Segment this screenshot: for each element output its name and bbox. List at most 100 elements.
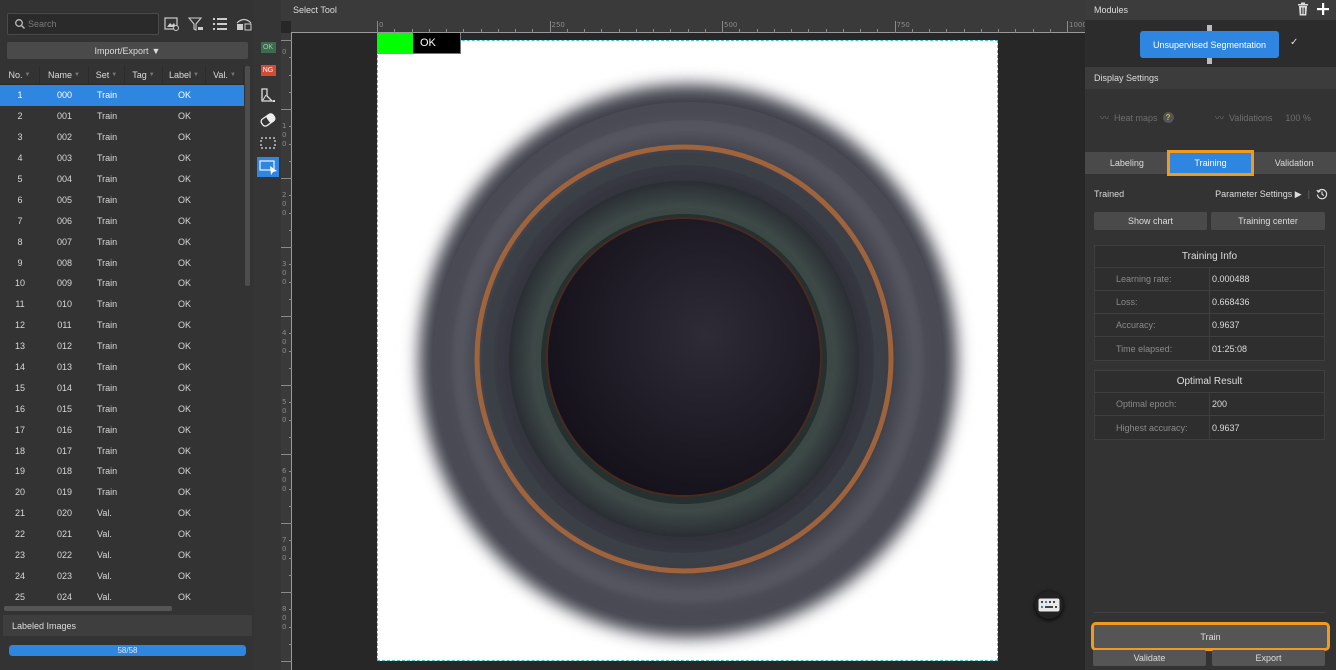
table-row[interactable]: 16 015 Train OK (0, 398, 244, 419)
table-row[interactable]: 10 009 Train OK (0, 273, 244, 294)
polygon-tool-button[interactable] (257, 85, 279, 105)
column-header-label[interactable]: Label ▼ (163, 66, 206, 84)
column-header-name[interactable]: Name ▼ (40, 66, 89, 84)
table-row[interactable]: 7 006 Train OK (0, 210, 244, 231)
cell-set: Train (97, 236, 118, 247)
table-row[interactable]: 9 008 Train OK (0, 252, 244, 273)
table-row[interactable]: 24 023 Val. OK (0, 565, 244, 586)
help-icon[interactable]: ? (1162, 112, 1174, 123)
info-key: Accuracy: (1095, 314, 1210, 336)
table-row[interactable]: 2 001 Train OK (0, 106, 244, 127)
list-icon[interactable] (211, 15, 229, 33)
cell-name: 004 (56, 174, 73, 184)
table-row[interactable]: 23 022 Val. OK (0, 545, 244, 566)
table-row[interactable]: 15 014 Train OK (0, 377, 244, 398)
cell-no: 11 (15, 299, 25, 310)
tool-strip: OK NG (254, 0, 281, 670)
table-row[interactable]: 21 020 Val. OK (0, 503, 244, 524)
training-center-button[interactable]: Training center (1211, 212, 1325, 230)
tab-training[interactable]: Training (1166, 150, 1255, 176)
ruler-tick (635, 29, 637, 33)
label-color-swatch (377, 33, 413, 54)
ruler-tick (860, 29, 861, 33)
labeled-progress-bar: 58/58 (9, 645, 246, 656)
table-row[interactable]: 25 024 Val. OK (0, 586, 244, 607)
cell-name: 015 (56, 403, 73, 414)
ng-tag-button[interactable]: NG (257, 60, 279, 80)
cell-name: 000 (56, 90, 73, 101)
table-row[interactable]: 19 018 Train OK (0, 461, 244, 482)
ruler-tick (670, 29, 672, 33)
table-row[interactable]: 8 007 Train OK (0, 231, 244, 252)
optimal-result-table: Optimal Result Optimal epoch: 200 Highest … (1094, 370, 1325, 440)
column-header-no[interactable]: No. ▼ (0, 66, 40, 84)
validations-toggle[interactable]: 〰 Validations 100 % (1215, 111, 1311, 124)
ruler-tick (289, 643, 292, 645)
info-row: Accuracy: 0.9637 (1095, 314, 1324, 337)
table-row[interactable]: 18 017 Train OK (0, 440, 244, 461)
inspection-image[interactable] (377, 40, 998, 661)
ruler-tick (825, 29, 827, 33)
image-settings-icon[interactable] (163, 15, 181, 33)
validate-button[interactable]: Validate (1093, 650, 1206, 666)
ok-tag-button[interactable]: OK (257, 37, 279, 57)
eraser-icon (260, 113, 276, 127)
mode-tabs: Labeling Training Validation (1085, 150, 1336, 176)
cell-no: 14 (14, 362, 25, 373)
cell-name: 020 (56, 508, 73, 519)
trash-icon[interactable] (1297, 2, 1309, 16)
eraser-tool-button[interactable] (257, 110, 279, 130)
table-row[interactable]: 3 002 Train OK (0, 127, 244, 148)
filter-icon[interactable] (187, 15, 205, 33)
table-row[interactable]: 6 005 Train OK (0, 189, 244, 210)
tab-labeling[interactable]: Labeling (1085, 152, 1169, 174)
table-row[interactable]: 14 013 Train OK (0, 357, 244, 378)
check-icon: ✓ (1290, 37, 1299, 48)
ruler-label: 700 (282, 536, 287, 562)
tab-validation[interactable]: Validation (1252, 152, 1336, 174)
table-row[interactable]: 22 021 Val. OK (0, 524, 244, 545)
module-unsupervised-segmentation[interactable]: Unsupervised Segmentation (1140, 31, 1279, 58)
parameter-settings-link[interactable]: Parameter Settings ▶ (1215, 189, 1301, 200)
ruler-tick (653, 29, 654, 33)
table-horizontal-scrollbar[interactable] (4, 606, 172, 611)
export-button[interactable]: Export (1212, 650, 1325, 666)
cell-no: 24 (14, 570, 25, 581)
cell-label: OK (177, 278, 191, 289)
info-row: Learning rate: 0.000488 (1095, 268, 1324, 291)
table-row[interactable]: 20 019 Train OK (0, 482, 244, 503)
history-icon[interactable] (1316, 188, 1328, 200)
search-box[interactable] (7, 13, 159, 35)
info-row: Loss: 0.668436 (1095, 291, 1324, 314)
layout-icon[interactable] (235, 15, 253, 33)
table-row[interactable]: 13 012 Train OK (0, 336, 244, 357)
table-row[interactable]: 1 000 Train OK (0, 85, 244, 106)
ruler-tick (281, 385, 292, 386)
column-header-val[interactable]: Val. ▼ (206, 66, 244, 84)
table-row[interactable]: 4 003 Train OK (0, 148, 244, 169)
table-row[interactable]: 12 011 Train OK (0, 315, 244, 336)
table-row[interactable]: 11 010 Train OK (0, 294, 244, 315)
info-key: Highest accuracy: (1095, 416, 1210, 439)
cell-label: OK (177, 466, 191, 477)
keyboard-shortcuts-button[interactable] (1035, 591, 1063, 619)
table-row[interactable]: 5 004 Train OK (0, 169, 244, 190)
cell-label: OK (177, 362, 191, 373)
table-row[interactable]: 17 016 Train OK (0, 419, 244, 440)
import-export-button[interactable]: Import/Export ▼ (7, 42, 248, 59)
search-input[interactable] (28, 16, 156, 32)
table-vertical-scrollbar[interactable] (245, 66, 250, 286)
add-module-icon[interactable] (1316, 2, 1330, 16)
show-chart-button[interactable]: Show chart (1094, 212, 1207, 230)
column-header-set[interactable]: Set ▼ (89, 66, 125, 84)
select-tool-button[interactable] (257, 157, 279, 177)
cell-no: 19 (14, 466, 25, 477)
rect-select-tool-button[interactable] (257, 133, 279, 153)
eye-closed-icon: 〰 (1215, 113, 1225, 123)
heat-maps-toggle[interactable]: 〰 Heat maps ? (1100, 111, 1174, 124)
ruler-tick (289, 229, 292, 231)
ruler-tick (281, 40, 292, 41)
cell-set: Train (97, 278, 118, 289)
train-button[interactable]: Train (1091, 622, 1330, 651)
column-header-tag[interactable]: Tag ▼ (125, 66, 163, 84)
